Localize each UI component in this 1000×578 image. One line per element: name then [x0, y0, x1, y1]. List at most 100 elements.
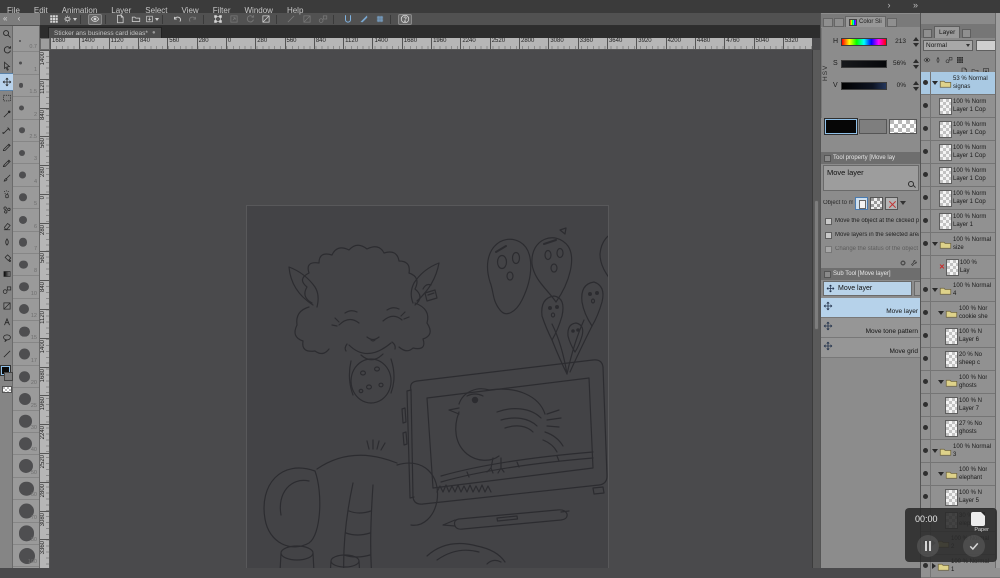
value-slider[interactable]	[841, 82, 887, 90]
menu-item[interactable]: Select	[138, 5, 174, 15]
layer-search-tab-icon[interactable]	[923, 29, 932, 38]
layer-visibility-gutter[interactable]	[921, 302, 931, 324]
layer-visibility-gutter[interactable]	[921, 486, 931, 508]
expander-icon[interactable]	[932, 288, 938, 292]
tool-button[interactable]	[0, 106, 13, 122]
layer-visibility-gutter[interactable]	[921, 348, 931, 370]
brush-size-item[interactable]: 2	[13, 97, 39, 120]
blend-mode-select[interactable]: Normal	[923, 40, 973, 51]
layer-visibility-gutter[interactable]	[921, 279, 931, 301]
color-history-tab-icon[interactable]	[886, 18, 897, 27]
layer-row[interactable]: ✕ 100 % Nor cookie she	[921, 302, 1000, 325]
confirm-button[interactable]	[963, 535, 985, 557]
brush-size-item[interactable]: 7	[13, 232, 39, 254]
panel-menu-icon[interactable]	[824, 270, 831, 278]
brush-size-item[interactable]: 6	[13, 209, 39, 232]
tool-button[interactable]	[0, 138, 13, 154]
brush-size-item[interactable]: 70	[13, 500, 39, 523]
expander-icon[interactable]	[932, 242, 938, 246]
brush-size-item[interactable]: 10	[13, 276, 39, 299]
eye-icon[interactable]	[923, 172, 928, 177]
layer-visibility-gutter[interactable]	[921, 440, 931, 462]
tool-button[interactable]	[0, 250, 13, 266]
menu-item[interactable]: Help	[280, 5, 310, 15]
layer-visibility-gutter[interactable]	[921, 164, 931, 186]
move-raster-chip[interactable]	[855, 196, 868, 210]
move-tone-chip[interactable]	[870, 196, 883, 210]
eye-icon[interactable]	[923, 402, 928, 407]
tab-layer[interactable]: Layer	[934, 26, 961, 38]
command-button[interactable]	[390, 14, 395, 24]
color-wheel-tab-icon[interactable]	[823, 18, 833, 27]
layer-row[interactable]: ✕ 100 % Normal size	[921, 233, 1000, 256]
canvas-viewport[interactable]	[50, 50, 812, 568]
current-sub-tool[interactable]: Move layer	[823, 281, 912, 296]
eye-icon[interactable]	[923, 333, 928, 338]
tool-button[interactable]	[0, 346, 13, 362]
layer-visibility-gutter[interactable]	[921, 187, 931, 209]
layer-row[interactable]: ✕ 100 % Nor elephant	[921, 463, 1000, 486]
tool-button[interactable]	[0, 266, 13, 282]
layer-visibility-gutter[interactable]	[921, 210, 931, 232]
brush-size-item[interactable]: 3	[13, 142, 39, 165]
menu-item[interactable]: View	[175, 5, 206, 15]
layer-thumbnail[interactable]	[939, 212, 952, 230]
tab-color-slider[interactable]: Color Sli	[845, 16, 886, 27]
layer-row[interactable]: ✕ 53 % Normal signas	[921, 72, 1000, 95]
brush-size-item[interactable]: 8	[13, 254, 39, 277]
sub-tool-item[interactable]: Move grid	[821, 338, 921, 358]
sub-tool-header[interactable]: Sub Tool [Move layer]	[821, 268, 921, 280]
move-grid-chip[interactable]	[885, 196, 898, 210]
menu-item[interactable]: Window	[238, 5, 280, 15]
eye-icon[interactable]	[923, 310, 928, 315]
sub-tool-item[interactable]: Move tone pattern	[821, 318, 921, 338]
eye-icon[interactable]	[923, 126, 928, 131]
layer-thumbnail[interactable]	[945, 419, 958, 437]
eye-icon[interactable]	[923, 218, 928, 223]
layer-visibility-gutter[interactable]	[921, 118, 931, 140]
command-button[interactable]	[357, 14, 371, 25]
layer-visibility-gutter[interactable]	[921, 233, 931, 255]
transparent-color-swatch[interactable]	[2, 386, 12, 393]
tool-button[interactable]	[0, 298, 13, 314]
command-button[interactable]	[333, 14, 338, 24]
layer-row[interactable]: ✕ 100 % Norm Layer 1 Cop	[921, 187, 1000, 210]
brush-size-item[interactable]: 25	[13, 388, 39, 411]
tool-property-header[interactable]: Tool property [Move lay	[821, 152, 921, 164]
sub-color-swatch[interactable]	[859, 119, 887, 134]
panel-menu-icon[interactable]	[824, 154, 831, 162]
transparent-swatch[interactable]	[889, 119, 917, 134]
wrench-icon[interactable]	[910, 259, 918, 267]
command-button[interactable]	[373, 14, 387, 25]
layer-row[interactable]: ✕ 100 % Norm Layer 1 Cop	[921, 118, 1000, 141]
layer-row[interactable]: ✕ 100 % Norm Layer 1 Cop	[921, 164, 1000, 187]
layer-row[interactable]: ✕ 100 % Norm Layer 1	[921, 210, 1000, 233]
hue-slider[interactable]	[841, 38, 887, 46]
chip-dropdown-icon[interactable]	[900, 201, 906, 205]
layer-thumbnail[interactable]	[939, 166, 952, 184]
menu-item[interactable]: Filter	[206, 5, 238, 15]
layer-row[interactable]: ✕ 100 % Nor ghosts	[921, 371, 1000, 394]
expander-icon[interactable]	[932, 449, 938, 453]
tool-button[interactable]	[0, 90, 13, 106]
command-button[interactable]	[341, 14, 355, 25]
menu-item[interactable]: File	[0, 5, 27, 15]
brush-size-item[interactable]: 0.7	[13, 30, 39, 53]
layer-thumbnail[interactable]	[945, 488, 958, 506]
eye-icon[interactable]	[923, 379, 928, 384]
brush-size-item[interactable]: 80	[13, 523, 39, 545]
tool-button[interactable]	[0, 170, 13, 186]
layer-visibility-gutter[interactable]	[921, 394, 931, 416]
layer-visibility-gutter[interactable]	[921, 95, 931, 117]
tab-modified-dot[interactable]: ●	[152, 30, 156, 36]
layer-row[interactable]: ✕ 100 % Lay	[921, 256, 1000, 279]
brush-size-item[interactable]: 30	[13, 411, 39, 434]
tool-button[interactable]	[0, 234, 13, 250]
layer-visibility-gutter[interactable]	[921, 256, 931, 278]
lock-alpha-icon[interactable]	[956, 56, 964, 64]
eye-icon[interactable]	[923, 471, 928, 476]
tool-button[interactable]	[0, 330, 13, 346]
brush-size-item[interactable]: 100	[13, 545, 39, 568]
layer-visibility-gutter[interactable]	[921, 72, 931, 94]
eye-icon[interactable]	[923, 103, 928, 108]
